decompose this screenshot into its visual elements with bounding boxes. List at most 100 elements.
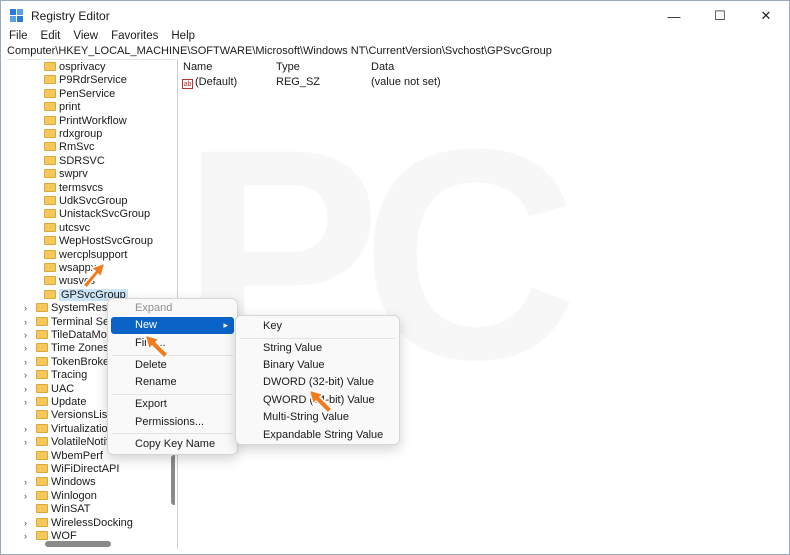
tree-node[interactable]: P9RdrService — [44, 74, 127, 87]
title-bar: Registry Editor — ☐ ✕ — [1, 1, 789, 31]
menu-favorites[interactable]: Favorites — [106, 30, 163, 42]
folder-icon — [44, 182, 56, 192]
tree-node[interactable]: › TokenBroker — [24, 356, 113, 369]
tree-node-label: WirelessDocking — [51, 516, 133, 529]
folder-icon — [36, 437, 48, 447]
folder-icon — [44, 209, 56, 219]
folder-icon — [36, 490, 48, 500]
chevron-right-icon[interactable]: › — [24, 342, 34, 355]
ctx-export[interactable]: Export — [111, 396, 234, 413]
chevron-right-icon[interactable]: › — [24, 396, 34, 409]
column-name[interactable]: Name — [183, 61, 212, 73]
minimize-button[interactable]: — — [651, 1, 697, 31]
tree-node[interactable]: WiFiDirectAPI — [24, 463, 119, 476]
chevron-right-icon[interactable]: › — [24, 329, 34, 342]
ctx-find[interactable]: Find... — [111, 335, 234, 352]
tree-node[interactable]: print — [44, 101, 80, 114]
menu-view[interactable]: View — [68, 30, 103, 42]
tree-node[interactable]: › Virtualization — [24, 423, 114, 436]
folder-icon — [44, 169, 56, 179]
new-submenu: Key String Value Binary Value DWORD (32-… — [235, 315, 400, 445]
chevron-right-icon[interactable]: › — [24, 383, 34, 396]
tree-node[interactable]: PenService — [44, 88, 115, 101]
tree-node-label: print — [59, 101, 81, 114]
tree-node[interactable]: PrintWorkflow — [44, 115, 127, 128]
folder-icon — [36, 450, 48, 460]
tree-node[interactable]: WepHostSvcGroup — [44, 235, 153, 248]
tree-node-label: Winlogon — [51, 489, 97, 502]
folder-icon — [36, 356, 48, 366]
tree-node[interactable]: osprivacy — [44, 61, 105, 74]
folder-icon — [36, 464, 48, 473]
chevron-right-icon[interactable]: › — [24, 517, 34, 530]
ctx-rename[interactable]: Rename — [111, 374, 234, 391]
chevron-right-icon[interactable]: › — [24, 369, 34, 382]
tree-horizontal-scrollbar[interactable] — [7, 538, 175, 548]
registry-editor-icon — [10, 9, 24, 23]
folder-icon — [44, 236, 56, 246]
folder-icon — [44, 249, 56, 259]
tree-node[interactable]: rdxgroup — [44, 128, 102, 141]
tree-node[interactable]: swprv — [44, 168, 88, 181]
chevron-right-icon[interactable]: › — [24, 316, 34, 329]
tree-node-label: termsvcs — [59, 181, 103, 194]
ctx-separator — [112, 355, 233, 356]
submenu-binary-value[interactable]: Binary Value — [239, 357, 396, 374]
ctx-expand[interactable]: Expand — [111, 300, 234, 317]
tree-node-label: UdkSvcGroup — [59, 195, 128, 207]
value-name: (Default) — [195, 76, 238, 88]
chevron-right-icon[interactable]: › — [24, 490, 34, 503]
chevron-right-icon[interactable]: › — [24, 302, 34, 315]
chevron-right-icon[interactable]: › — [24, 423, 34, 436]
folder-icon — [44, 62, 56, 71]
submenu-string-value[interactable]: String Value — [239, 340, 396, 357]
value-type: REG_SZ — [276, 76, 321, 88]
ctx-copy-key-name[interactable]: Copy Key Name — [111, 436, 234, 453]
address-bar[interactable]: Computer\HKEY_LOCAL_MACHINE\SOFTWARE\Mic… — [7, 44, 787, 58]
value-row-default[interactable]: ab (Default) REG_SZ (value not set) — [179, 76, 779, 91]
tree-node[interactable]: WinSAT — [24, 503, 91, 516]
tree-node[interactable]: UdkSvcGroup — [44, 195, 127, 208]
tree-node[interactable]: › Time Zones — [24, 342, 109, 355]
tree-node[interactable]: › Tracing — [24, 369, 87, 382]
arrow-pointer-icon — [307, 388, 334, 415]
tree-node[interactable]: › WirelessDocking — [24, 517, 133, 530]
tree-node[interactable]: termsvcs — [44, 182, 103, 195]
close-button[interactable]: ✕ — [743, 1, 789, 31]
menu-help[interactable]: Help — [166, 30, 200, 42]
tree-node-label: Update — [51, 396, 87, 408]
column-data[interactable]: Data — [371, 61, 394, 73]
tree-node[interactable]: › Winlogon — [24, 490, 97, 503]
tree-node-label: TokenBroker — [51, 355, 113, 368]
tree-node[interactable]: utcsvc — [44, 222, 90, 235]
folder-icon — [36, 303, 48, 313]
tree-node[interactable]: › Windows — [24, 476, 96, 489]
menu-file[interactable]: File — [4, 30, 33, 42]
ctx-delete[interactable]: Delete — [111, 357, 234, 374]
submenu-key[interactable]: Key — [239, 318, 396, 335]
folder-icon — [44, 88, 56, 98]
tree-node[interactable]: WbemPerf — [24, 450, 103, 463]
column-type[interactable]: Type — [276, 61, 300, 73]
tree-node-label: osprivacy — [59, 61, 106, 73]
ctx-permissions[interactable]: Permissions... — [111, 414, 234, 431]
tree-node[interactable]: VersionsList — [24, 409, 110, 422]
maximize-button[interactable]: ☐ — [697, 1, 743, 31]
ctx-new-label: New — [135, 319, 158, 331]
chevron-right-icon[interactable]: › — [24, 476, 34, 489]
tree-node[interactable]: RmSvc — [44, 141, 94, 154]
chevron-right-icon[interactable]: › — [24, 436, 34, 449]
submenu-expandable-string-value[interactable]: Expandable String Value — [239, 427, 396, 444]
menu-edit[interactable]: Edit — [36, 30, 66, 42]
tree-horizontal-scroll-thumb[interactable] — [45, 541, 111, 547]
tree-node[interactable]: SDRSVC — [44, 155, 105, 168]
tree-node[interactable]: › Update — [24, 396, 86, 409]
tree-node[interactable]: › UAC — [24, 383, 74, 396]
tree-node[interactable]: UnistackSvcGroup — [44, 208, 150, 221]
chevron-right-icon[interactable]: › — [24, 356, 34, 369]
window-title: Registry Editor — [31, 9, 110, 23]
tree-vertical-scroll-thumb[interactable] — [171, 455, 175, 505]
tree-node-label: WbemPerf — [51, 449, 103, 462]
folder-icon — [44, 276, 56, 286]
ctx-new[interactable]: New ▸ — [111, 317, 234, 334]
